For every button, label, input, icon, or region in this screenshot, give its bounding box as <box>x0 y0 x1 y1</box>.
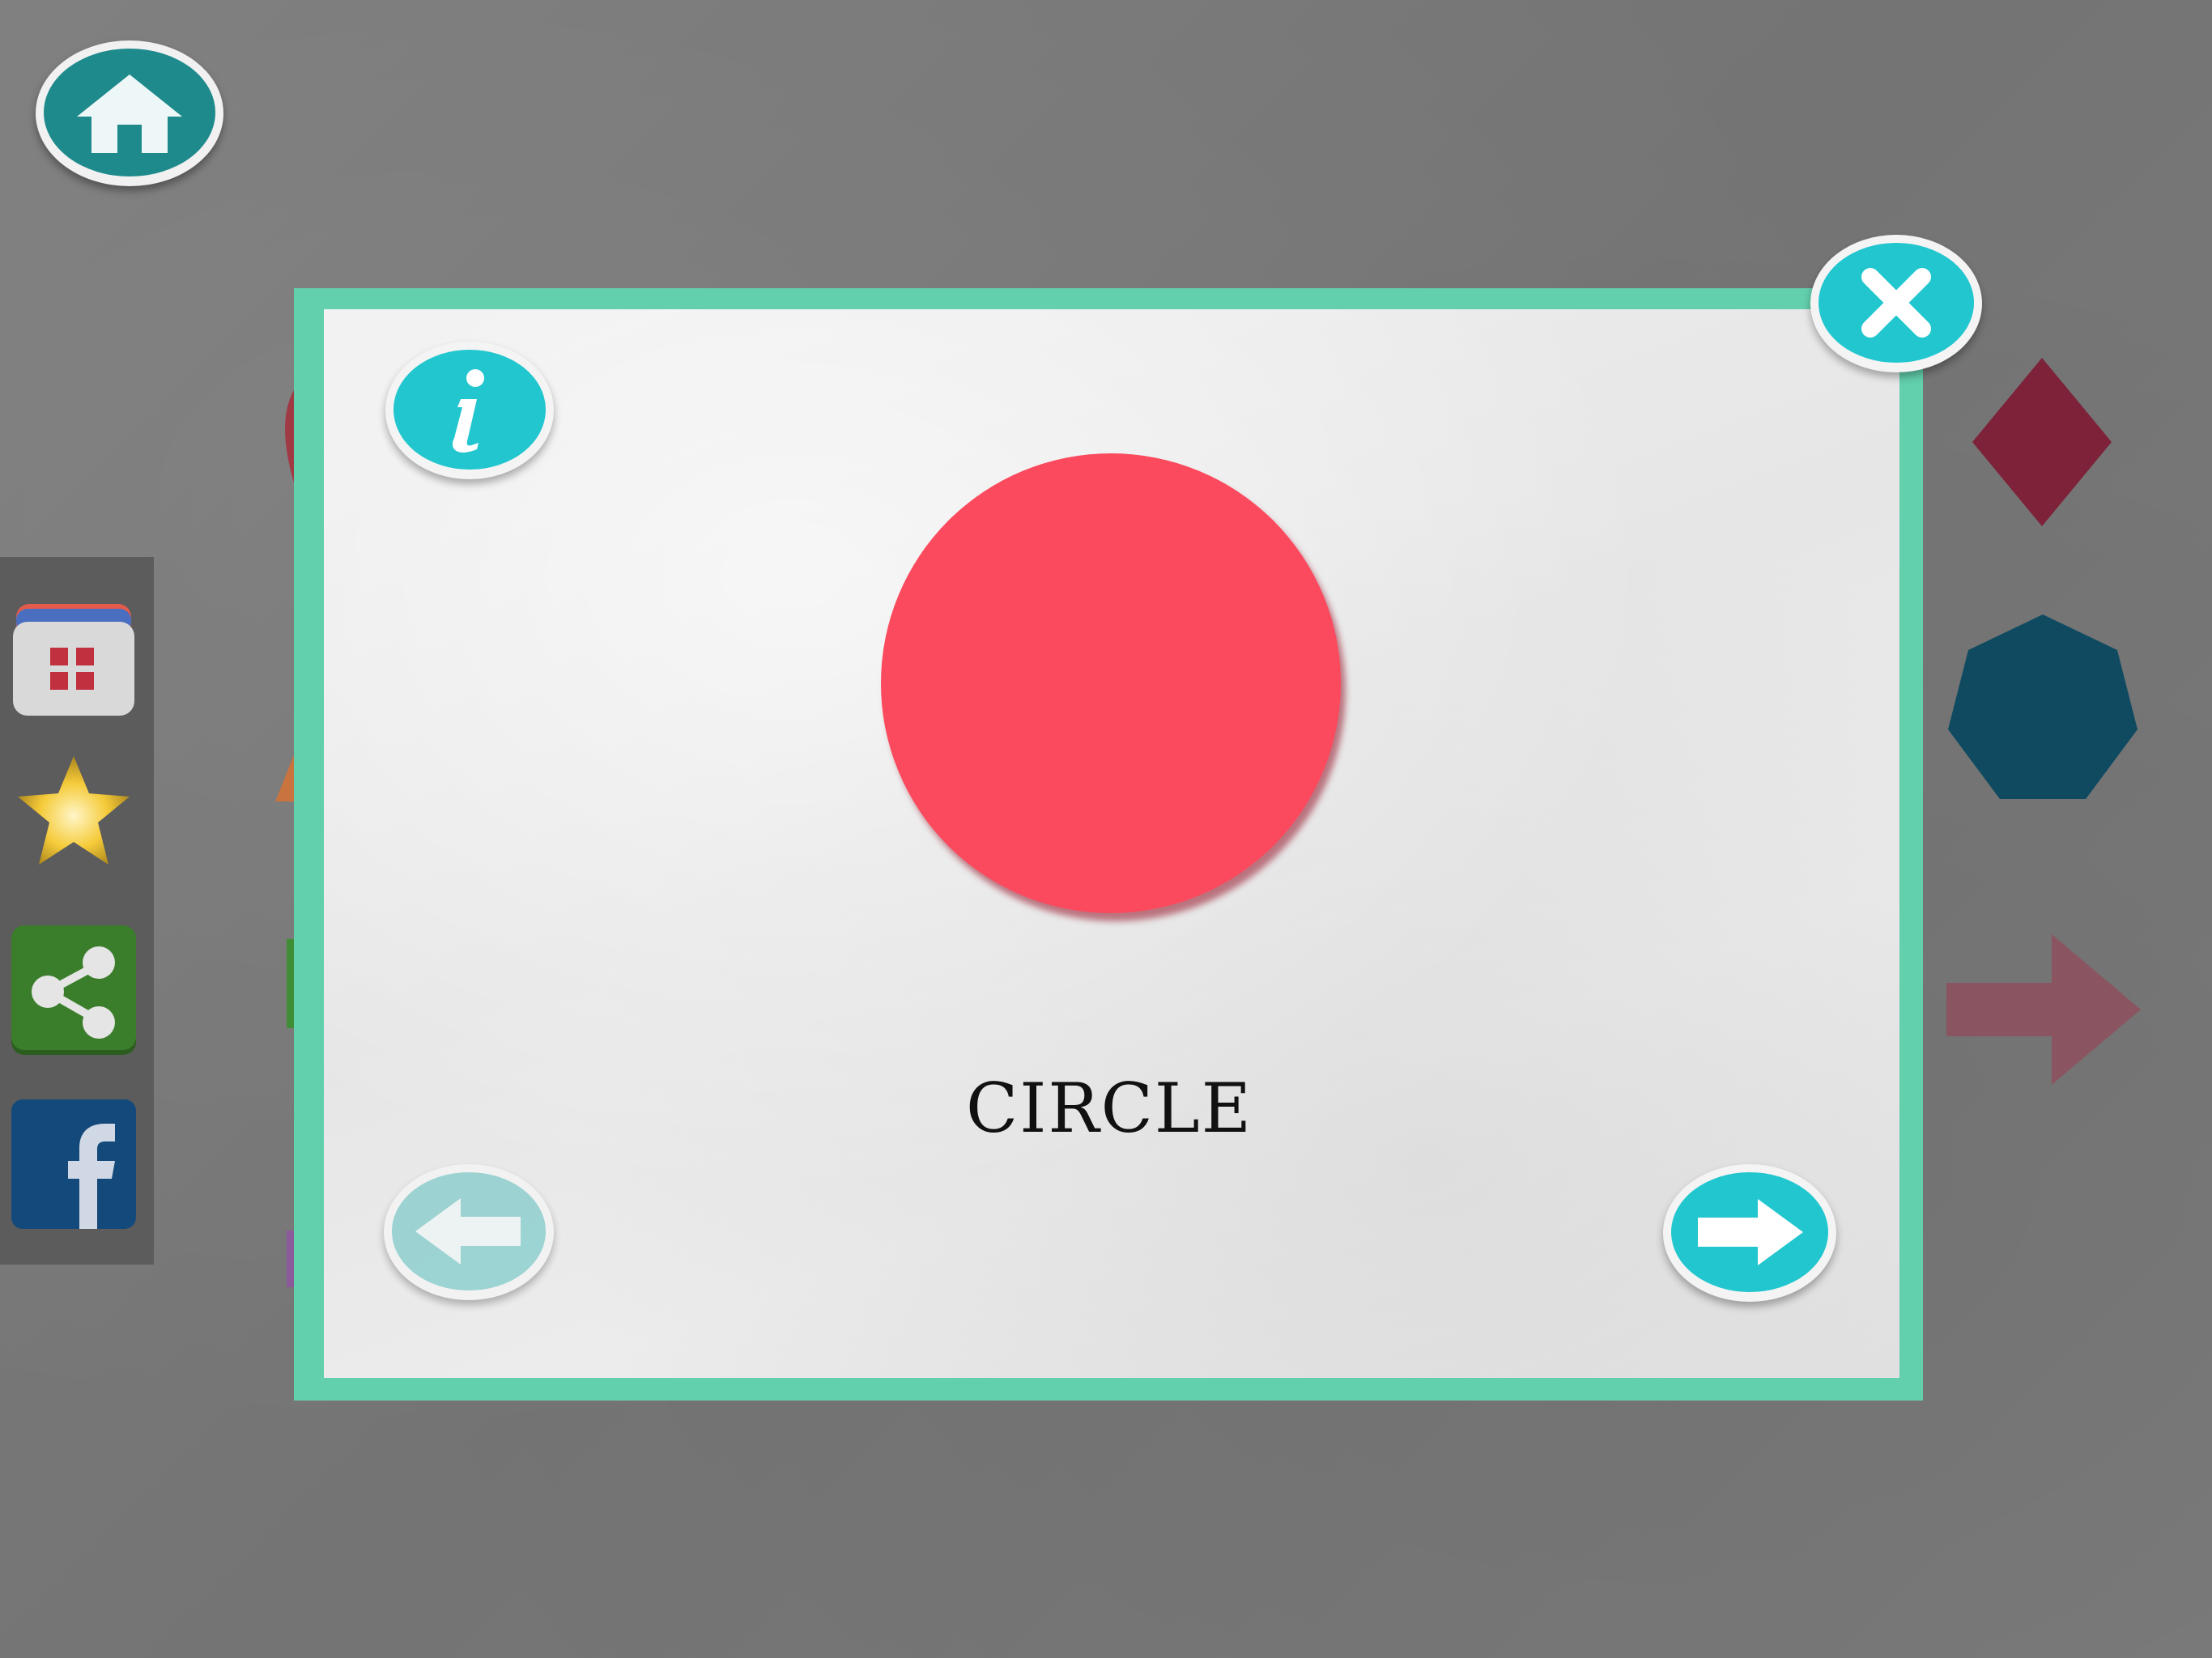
next-button[interactable] <box>1663 1164 1836 1302</box>
close-icon <box>1861 268 1931 338</box>
diamond-shape[interactable] <box>1969 356 2115 529</box>
shape-name-label: CIRCLE <box>965 1069 1253 1148</box>
info-button[interactable] <box>385 342 554 479</box>
close-button[interactable] <box>1810 235 1982 372</box>
arrow-shape[interactable] <box>1945 933 2144 1086</box>
home-button[interactable] <box>36 40 223 186</box>
star-icon[interactable] <box>11 751 136 873</box>
home-icon <box>77 74 182 153</box>
shape-circle <box>881 453 1341 913</box>
previous-button[interactable] <box>384 1164 554 1300</box>
arrow-right-icon <box>1698 1199 1803 1265</box>
arrow-left-icon <box>415 1198 521 1265</box>
side-panel <box>0 557 154 1265</box>
info-icon <box>453 369 484 453</box>
heptagon-shape[interactable] <box>1943 611 2142 806</box>
share-icon[interactable] <box>11 925 136 1055</box>
facebook-icon[interactable] <box>11 1099 136 1229</box>
calendar-grid-icon[interactable] <box>11 597 136 717</box>
